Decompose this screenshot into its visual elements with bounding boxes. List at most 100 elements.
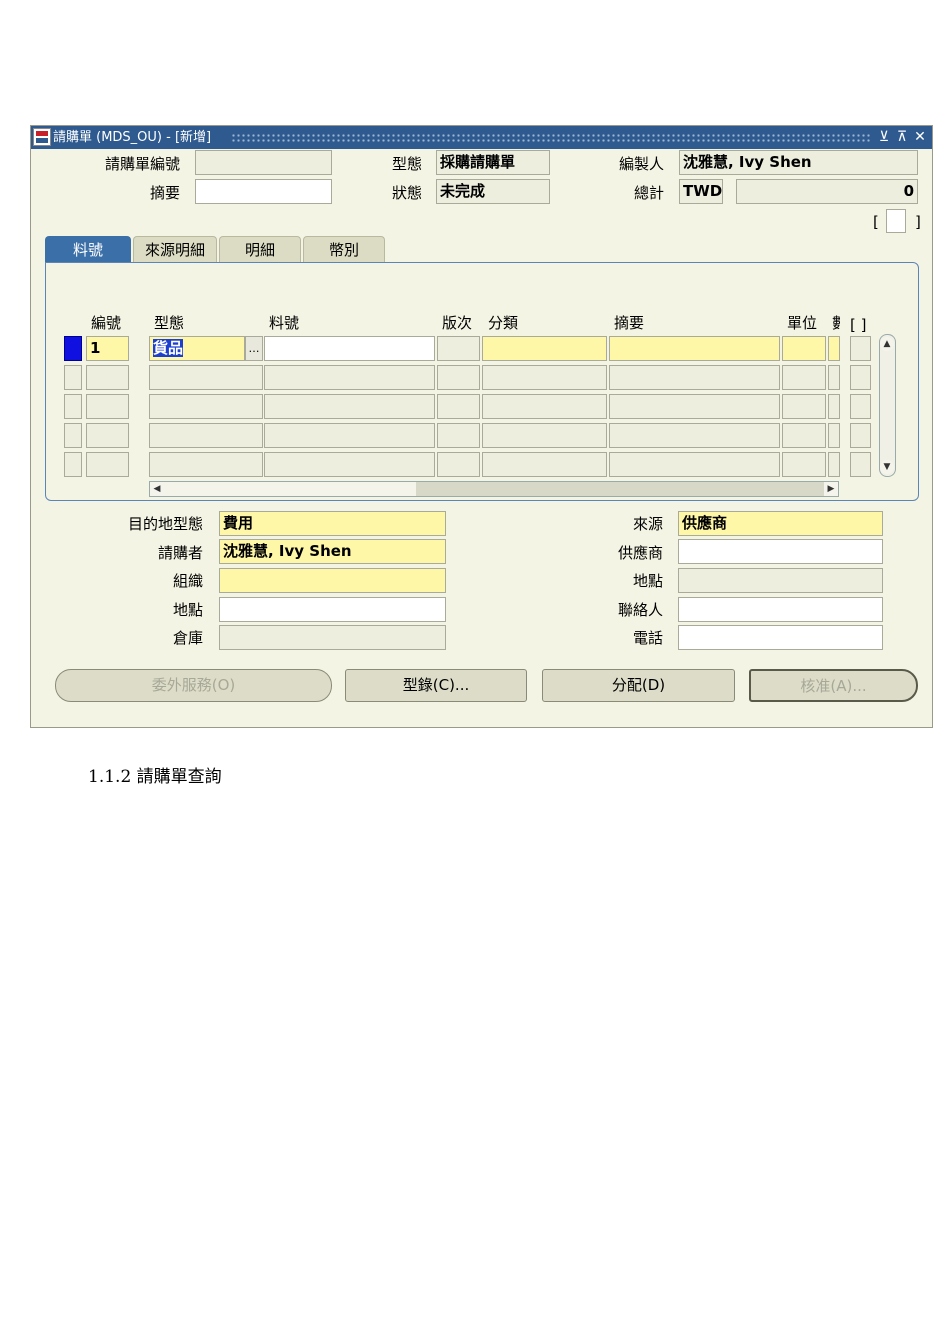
line-rev-cell[interactable] <box>437 452 480 477</box>
line-description-cell[interactable] <box>609 365 780 390</box>
line-dff-cell[interactable] <box>850 336 871 361</box>
line-type-value: 貨品 <box>153 339 184 357</box>
col-header-description: 摘要 <box>614 314 645 332</box>
line-uom-cell[interactable] <box>782 336 826 361</box>
line-qty-cell[interactable] <box>828 336 840 361</box>
req-number-field[interactable] <box>195 150 332 175</box>
outside-services-button[interactable]: 委外服務(O) <box>55 669 332 702</box>
line-category-cell[interactable] <box>482 394 607 419</box>
line-qty-cell[interactable] <box>828 423 840 448</box>
line-uom-cell[interactable] <box>782 423 826 448</box>
line-item-cell[interactable] <box>264 452 435 477</box>
line-category-cell[interactable] <box>482 423 607 448</box>
line-description-cell[interactable] <box>609 452 780 477</box>
subinventory-field[interactable] <box>219 625 446 650</box>
approve-button[interactable]: 核准(A)... <box>749 669 918 702</box>
line-qty-cell[interactable] <box>828 452 840 477</box>
line-qty-cell[interactable] <box>828 365 840 390</box>
row-selector[interactable] <box>64 365 82 390</box>
line-description-cell[interactable] <box>609 423 780 448</box>
line-item-cell[interactable] <box>264 365 435 390</box>
scroll-right-icon[interactable]: ▶ <box>824 482 838 496</box>
dest-type-label: 目的地型態 <box>127 515 203 533</box>
minimize-icon[interactable]: ⊻ <box>876 129 892 145</box>
hscroll-thumb[interactable] <box>164 482 416 496</box>
preparer-field[interactable]: 沈雅慧, Ivy Shen <box>679 150 918 175</box>
row-selector[interactable] <box>64 452 82 477</box>
scroll-up-icon[interactable]: ▲ <box>880 337 894 351</box>
line-type-cell[interactable] <box>149 423 263 448</box>
organization-label: 組織 <box>172 572 203 590</box>
supplier-field[interactable] <box>678 539 883 564</box>
col-header-rev: 版次 <box>442 314 473 332</box>
contact-field[interactable] <box>678 597 883 622</box>
total-field: 0 <box>736 179 918 204</box>
line-rev-cell[interactable] <box>437 336 480 361</box>
line-qty-cell[interactable] <box>828 394 840 419</box>
close-icon[interactable]: ✕ <box>912 129 928 145</box>
col-header-uom: 單位 <box>787 314 818 332</box>
location-field[interactable] <box>219 597 446 622</box>
line-rev-cell[interactable] <box>437 423 480 448</box>
type-field[interactable]: 採購請購單 <box>436 150 550 175</box>
preparer-label: 編製人 <box>618 155 664 173</box>
scroll-down-icon[interactable]: ▼ <box>880 460 894 474</box>
header-dff-field[interactable] <box>886 209 906 233</box>
line-rev-cell[interactable] <box>437 365 480 390</box>
line-item-cell[interactable] <box>264 423 435 448</box>
col-header-num: 編號 <box>91 314 122 332</box>
line-item-cell[interactable] <box>264 394 435 419</box>
req-number-label: 請購單編號 <box>104 155 180 173</box>
line-category-cell[interactable] <box>482 365 607 390</box>
line-num-cell[interactable]: 1 <box>86 336 129 361</box>
location-label: 地點 <box>172 601 203 619</box>
line-item-cell[interactable] <box>264 336 435 361</box>
line-description-cell[interactable] <box>609 394 780 419</box>
title-bar-grip <box>231 133 870 142</box>
lov-button[interactable]: … <box>245 336 263 361</box>
lines-horizontal-scrollbar[interactable]: ◀ ▶ <box>149 481 839 497</box>
line-type-cell[interactable] <box>149 394 263 419</box>
line-dff-cell[interactable] <box>850 365 871 390</box>
line-uom-cell[interactable] <box>782 365 826 390</box>
line-type-cell[interactable] <box>149 365 263 390</box>
maximize-icon[interactable]: ⊼ <box>894 129 910 145</box>
tab-item[interactable]: 料號 <box>45 236 131 263</box>
phone-field[interactable] <box>678 625 883 650</box>
oracle-app-icon <box>33 128 51 146</box>
tab-source-details[interactable]: 來源明細 <box>133 236 217 263</box>
line-num-cell[interactable] <box>86 452 129 477</box>
line-type-cell[interactable] <box>149 452 263 477</box>
site-field[interactable] <box>678 568 883 593</box>
line-dff-cell[interactable] <box>850 452 871 477</box>
line-num-cell[interactable] <box>86 394 129 419</box>
line-num-cell[interactable] <box>86 365 129 390</box>
line-category-cell[interactable] <box>482 336 607 361</box>
tab-details[interactable]: 明細 <box>219 236 301 263</box>
line-uom-cell[interactable] <box>782 452 826 477</box>
organization-field[interactable] <box>219 568 446 593</box>
line-dff-cell[interactable] <box>850 394 871 419</box>
line-description-cell[interactable] <box>609 336 780 361</box>
line-rev-cell[interactable] <box>437 394 480 419</box>
row-selector-current[interactable] <box>64 336 82 361</box>
tab-currency[interactable]: 幣別 <box>303 236 385 263</box>
dff-close-bracket: ] <box>915 213 921 231</box>
description-field[interactable] <box>195 179 332 204</box>
line-num-cell[interactable] <box>86 423 129 448</box>
catalog-button[interactable]: 型錄(C)... <box>345 669 527 702</box>
status-label: 狀態 <box>391 184 422 202</box>
distributions-button[interactable]: 分配(D) <box>542 669 735 702</box>
line-uom-cell[interactable] <box>782 394 826 419</box>
title-bar[interactable]: 請購單 (MDS_OU) - [新增] ⊻ ⊼ ✕ <box>31 126 932 149</box>
row-selector[interactable] <box>64 394 82 419</box>
lines-vertical-scrollbar[interactable]: ▲ ▼ <box>879 334 896 477</box>
row-selector[interactable] <box>64 423 82 448</box>
requester-field[interactable]: 沈雅慧, Ivy Shen <box>219 539 446 564</box>
line-dff-cell[interactable] <box>850 423 871 448</box>
scroll-left-icon[interactable]: ◀ <box>150 482 164 496</box>
line-type-cell[interactable]: 貨品 <box>149 336 245 361</box>
dest-type-field[interactable]: 費用 <box>219 511 446 536</box>
line-category-cell[interactable] <box>482 452 607 477</box>
source-field[interactable]: 供應商 <box>678 511 883 536</box>
